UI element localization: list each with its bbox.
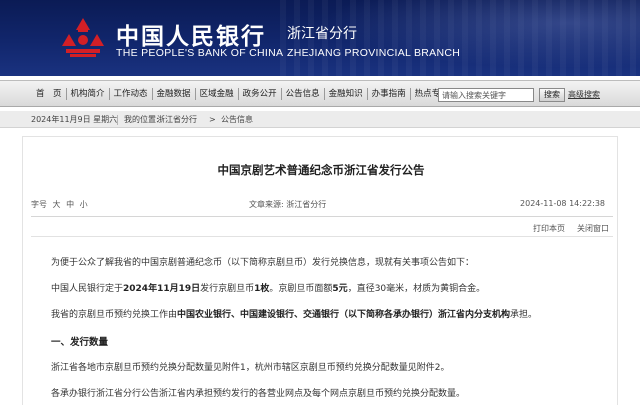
text-run: 发行京剧旦币 xyxy=(200,284,255,294)
advanced-search-link[interactable]: 高级搜索 xyxy=(568,89,600,101)
font-size-large[interactable]: 大 xyxy=(53,200,61,209)
issue-quantity: 1枚 xyxy=(254,284,270,294)
breadcrumb-label: 我的位置: xyxy=(124,115,159,124)
meta-divider xyxy=(31,216,613,217)
close-window-link[interactable]: 关闭窗口 xyxy=(577,223,609,234)
bank-name-en: THE PEOPLE'S BANK OF CHINA xyxy=(116,47,284,59)
issue-date: 2024年11月19日 xyxy=(123,284,201,294)
font-size-switcher: 字号 大 中 小 xyxy=(31,199,91,210)
nav-item-announcements[interactable]: 公告信息 xyxy=(282,81,324,107)
article-panel: 中国京剧艺术普通纪念币浙江省发行公告 字号 大 中 小 文章来源: 浙江省分行 … xyxy=(22,136,618,405)
branch-name-cn: 浙江省分行 xyxy=(287,26,357,42)
print-page-link[interactable]: 打印本页 xyxy=(533,223,565,234)
undertaking-banks: 中国农业银行、中国建设银行、交通银行（以下简称各承办银行）浙江省内分支机构 xyxy=(177,310,511,320)
nav-item-home[interactable]: 首 页 xyxy=(32,81,66,107)
text-run: 。京剧旦币面额 xyxy=(269,284,333,294)
search-button[interactable]: 搜索 xyxy=(539,88,565,102)
pboc-emblem-icon xyxy=(62,18,104,57)
text-run: 我省的京剧旦币预约兑换工作由 xyxy=(51,310,178,320)
section-heading-quantity: 一、发行数量 xyxy=(51,337,109,348)
bank-name-cn: 中国人民银行 xyxy=(116,23,266,50)
actions-divider xyxy=(31,236,613,237)
nav-item-regional-finance[interactable]: 区域金融 xyxy=(196,81,238,107)
article-paragraph-banks: 我省的京剧旦币预约兑换工作由中国农业银行、中国建设银行、交通银行（以下简称各承办… xyxy=(51,307,537,320)
article-paragraph-issue: 中国人民银行定于2024年11月19日发行京剧旦币1枚。京剧旦币面额5元，直径3… xyxy=(51,281,485,294)
article-meta: 字号 大 中 小 文章来源: 浙江省分行 2024-11-08 14:22:38 xyxy=(31,199,613,211)
font-size-medium[interactable]: 中 xyxy=(66,200,74,209)
article-paragraph-allocation: 浙江省各地市京剧旦币预约兑换分配数量见附件1，杭州市辖区京剧旦币预约兑换分配数量… xyxy=(51,363,450,373)
header-banner: 中国人民银行 浙江省分行 THE PEOPLE'S BANK OF CHINA … xyxy=(0,0,640,76)
font-size-label: 字号 xyxy=(31,200,47,209)
source-label: 文章来源: xyxy=(249,200,284,209)
nav-item-financial-data[interactable]: 金融数据 xyxy=(153,81,195,107)
text-run: 中国人民银行定于 xyxy=(51,284,124,294)
nav-item-financial-knowledge[interactable]: 金融知识 xyxy=(325,81,367,107)
nav-items: 首 页 机构简介 工作动态 金融数据 区域金融 政务公开 公告信息 金融知识 办… xyxy=(32,81,453,107)
text-run: 承担。 xyxy=(510,310,538,320)
nav-item-work-news[interactable]: 工作动态 xyxy=(110,81,152,107)
text-run: ，直径30毫米，材质为黄铜合金。 xyxy=(347,284,486,294)
breadcrumb-bar: 2024年11月9日 星期六 我的位置: 浙江省分行 > 公告信息 xyxy=(0,111,640,128)
font-size-small[interactable]: 小 xyxy=(80,200,88,209)
article-source: 文章来源: 浙江省分行 xyxy=(249,199,326,210)
main-nav: 首 页 机构简介 工作动态 金融数据 区域金融 政务公开 公告信息 金融知识 办… xyxy=(0,80,640,107)
article-paragraph-branches: 各承办银行浙江省分行公告浙江省内承担预约发行的各营业网点及每个网点京剧旦币预约兑… xyxy=(51,389,466,399)
breadcrumb-divider xyxy=(117,115,118,125)
source-value: 浙江省分行 xyxy=(286,200,327,209)
nav-item-about[interactable]: 机构简介 xyxy=(67,81,109,107)
breadcrumb-home-link[interactable]: 浙江省分行 xyxy=(157,111,197,128)
current-date: 2024年11月9日 星期六 xyxy=(31,115,118,124)
article-datetime: 2024-11-08 14:22:38 xyxy=(520,199,605,208)
coin-denomination: 5元 xyxy=(332,284,348,294)
search-input[interactable] xyxy=(438,88,534,102)
nav-item-gov-affairs[interactable]: 政务公开 xyxy=(239,81,281,107)
article-title: 中国京剧艺术普通纪念币浙江省发行公告 xyxy=(217,163,425,177)
article-paragraph-intro: 为便于公众了解我省的中国京剧普通纪念币（以下简称京剧旦币）发行兑换信息，现就有关… xyxy=(51,258,475,268)
breadcrumb-section-link[interactable]: 公告信息 xyxy=(221,111,253,128)
branch-name-en: ZHEJIANG PROVINCIAL BRANCH xyxy=(287,47,461,59)
nav-item-service-guide[interactable]: 办事指南 xyxy=(368,81,410,107)
breadcrumb-arrow: > xyxy=(209,115,216,124)
